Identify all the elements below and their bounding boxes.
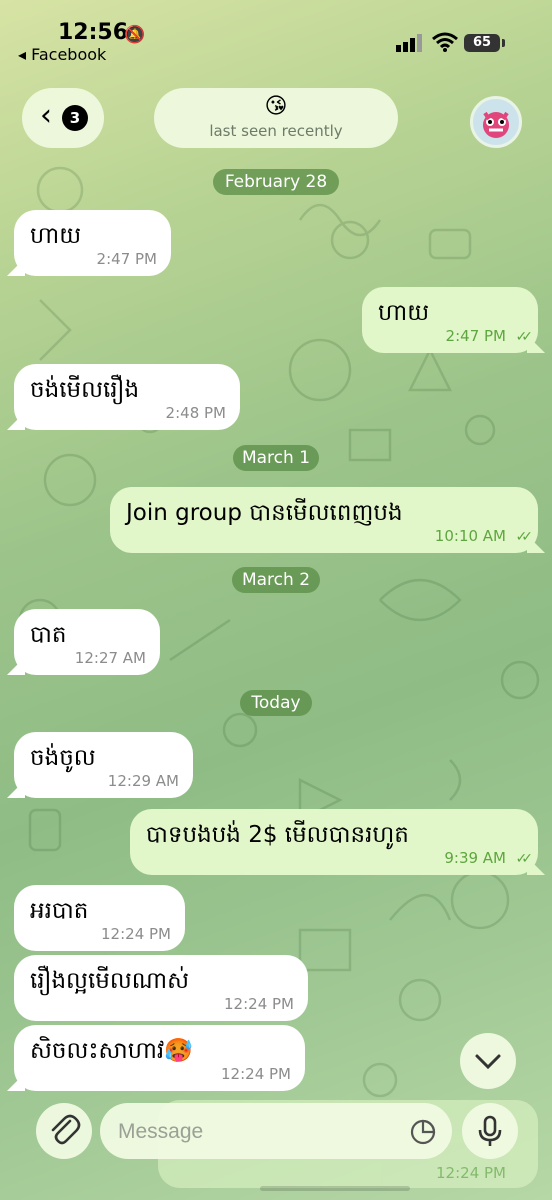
status-time: 12:56 — [58, 20, 129, 45]
message-input[interactable] — [116, 1111, 400, 1153]
paperclip-icon — [51, 1114, 81, 1145]
message-input-container[interactable] — [100, 1103, 452, 1159]
message-time: 12:27 AM — [74, 649, 146, 667]
unread-count-badge: 3 — [62, 105, 88, 131]
message-bubble-incoming[interactable]: រឿងល្អមើលណាស់ 12:24 PM — [14, 955, 308, 1021]
monster-avatar-icon — [483, 111, 509, 138]
message-bubble-incoming[interactable]: បាត 12:27 AM — [7, 609, 160, 675]
message-text: បាទបងបង់ 2$ មើលបានរហូត — [146, 822, 409, 848]
message-bubble-incoming[interactable]: អរបាត 12:24 PM — [14, 885, 185, 951]
contact-avatar[interactable] — [470, 96, 528, 148]
cellular-signal-icon — [396, 34, 422, 52]
message-text: សិចលះសាហាវ🥵 — [30, 1038, 193, 1064]
message-text: ចង់មើលរឿង — [30, 377, 140, 403]
contact-last-seen: last seen recently — [209, 122, 343, 140]
message-time: 12:24 PM — [436, 1164, 506, 1182]
date-separator-feb28: February 28 — [213, 169, 339, 195]
back-button[interactable]: ‹ 3 — [22, 88, 104, 148]
message-time: 12:24 PM — [224, 995, 294, 1013]
message-time: 12:29 AM — [107, 772, 179, 790]
message-time: 10:10 AM — [434, 527, 506, 545]
message-bubble-incoming[interactable]: ចង់ចូល 12:29 AM — [7, 732, 193, 798]
message-time: 2:47 PM — [445, 327, 506, 345]
wifi-icon — [432, 32, 458, 52]
attach-button[interactable] — [36, 1103, 92, 1159]
message-bubble-incoming[interactable]: ហាយ 2:47 PM — [7, 210, 171, 276]
chat-title[interactable]: 😘 last seen recently — [154, 88, 398, 148]
message-time: 2:47 PM — [96, 250, 157, 268]
message-bubble-outgoing[interactable]: Join group បានមើលពេញបង 10:10 AM ✓✓ — [110, 487, 545, 553]
message-bubble-incoming[interactable]: សិចលះសាហាវ🥵 12:24 PM — [7, 1025, 305, 1091]
date-separator-today: Today — [240, 690, 312, 716]
message-text: ហាយ — [30, 223, 82, 249]
message-text: ចង់ចូល — [30, 745, 96, 771]
back-to-app-link[interactable]: ◂ Facebook — [18, 45, 106, 64]
chevron-down-icon — [475, 1054, 501, 1070]
message-time: 12:24 PM — [101, 925, 171, 943]
home-indicator — [260, 1186, 410, 1191]
battery-icon: 65 — [464, 34, 500, 52]
voice-record-button[interactable] — [462, 1103, 518, 1159]
sticker-icon[interactable] — [410, 1119, 436, 1145]
chevron-left-icon: ‹ — [40, 98, 52, 133]
message-time: 9:39 AM — [444, 849, 506, 867]
message-bubble-outgoing[interactable]: ហាយ 2:47 PM ✓✓ — [362, 287, 545, 353]
read-checkmarks-icon: ✓✓ — [515, 851, 534, 867]
message-bubble-outgoing[interactable]: បាទបងបង់ 2$ មើលបានរហូត 9:39 AM ✓✓ — [130, 809, 545, 875]
date-separator-mar1: March 1 — [233, 445, 319, 471]
battery-tip — [502, 39, 505, 47]
read-checkmarks-icon: ✓✓ — [515, 529, 534, 545]
muted-bell-icon: 🔕 — [124, 25, 146, 45]
message-bubble-incoming[interactable]: ចង់មើលរឿង 2:48 PM — [7, 364, 240, 430]
message-text: Join group បានមើលពេញបង — [126, 500, 403, 526]
read-checkmarks-icon: ✓✓ — [515, 329, 534, 345]
message-text: ហាយ — [378, 300, 430, 326]
date-separator-mar2: March 2 — [232, 567, 320, 593]
message-time: 2:48 PM — [165, 404, 226, 422]
message-time: 12:24 PM — [221, 1065, 291, 1083]
status-bar: 12:56 🔕 ◂ Facebook 65 — [0, 0, 552, 70]
message-text: រឿងល្អមើលណាស់ — [30, 968, 190, 994]
contact-name-emoji: 😘 — [264, 94, 288, 119]
message-text: អរបាត — [30, 898, 89, 924]
scroll-to-bottom-button[interactable] — [460, 1033, 516, 1089]
microphone-icon — [478, 1115, 502, 1146]
message-text: បាត — [30, 622, 67, 648]
